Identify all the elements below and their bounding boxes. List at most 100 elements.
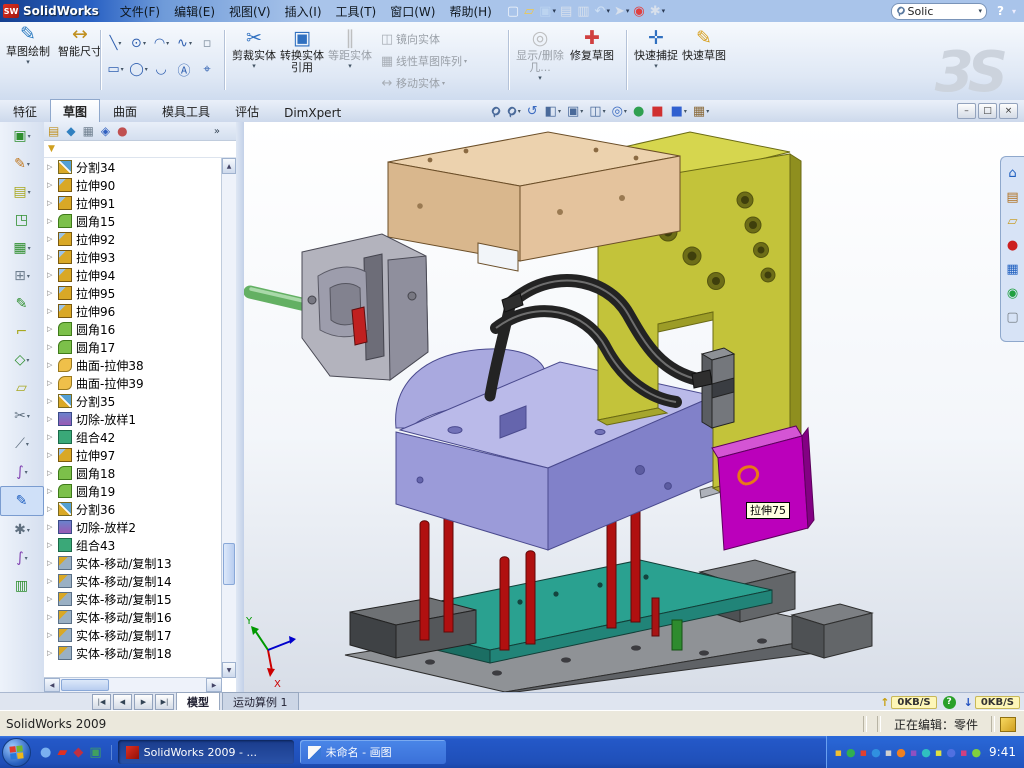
expand-arrow-icon[interactable]: ▷ xyxy=(47,253,58,261)
model-small-pin[interactable] xyxy=(652,598,659,636)
display-style-icon[interactable]: ◫▾ xyxy=(589,104,605,119)
appearance-red-icon[interactable]: ■ xyxy=(651,104,664,119)
construction-tool-icon[interactable]: ▫ xyxy=(196,30,219,56)
tray-icon[interactable]: ▪ xyxy=(835,746,842,759)
expand-arrow-icon[interactable]: ▷ xyxy=(47,343,58,351)
expand-arrow-icon[interactable]: ▷ xyxy=(47,271,58,279)
apply-scene-icon[interactable]: ▦▾ xyxy=(693,104,709,119)
feature-tree-item[interactable]: ▷拉伸92 xyxy=(44,230,222,248)
study-tab[interactable]: 运动算例 1 xyxy=(222,692,299,712)
commandmanager-tab[interactable]: 评估 xyxy=(223,100,271,122)
left-toolbar-icon[interactable]: ✎ xyxy=(0,290,44,318)
trim-entities-button[interactable]: ✂剪裁实体▾ xyxy=(230,26,278,92)
left-toolbar-icon[interactable]: ⊞▾ xyxy=(0,262,44,290)
tree-filter-row[interactable]: ▼ xyxy=(44,141,236,158)
linear-sketch-pattern-button[interactable]: ▦线性草图阵列▾ xyxy=(378,50,488,72)
mirror-entities-button[interactable]: ◫镜向实体 xyxy=(378,28,488,50)
spline-tool-icon[interactable]: ∿▾ xyxy=(173,30,196,56)
left-toolbar-icon[interactable]: ✎▾ xyxy=(0,150,44,178)
custom-properties-icon[interactable]: ▢ xyxy=(1006,305,1018,329)
expand-arrow-icon[interactable]: ▷ xyxy=(47,541,58,549)
commandmanager-tab[interactable]: 曲面 xyxy=(101,100,149,122)
left-toolbar-icon[interactable]: ⌐ xyxy=(0,318,44,346)
feature-tree-item[interactable]: ▷拉伸90 xyxy=(44,176,222,194)
study-nav-button[interactable]: ▶ xyxy=(134,694,153,710)
search-input[interactable]: Q Solic ▾ xyxy=(891,3,987,20)
feature-tree-item[interactable]: ▷实体-移动/复制18 xyxy=(44,644,222,662)
feature-tree-item[interactable]: ▷切除-放样2 xyxy=(44,518,222,536)
scroll-down-icon[interactable]: ▼ xyxy=(222,662,236,678)
feature-tree-item[interactable]: ▷组合43 xyxy=(44,536,222,554)
tray-icon[interactable]: ▪ xyxy=(885,746,892,759)
tray-icon[interactable]: ▪ xyxy=(910,746,917,759)
expand-arrow-icon[interactable]: ▷ xyxy=(47,487,58,495)
appearances-icon[interactable]: ▦ xyxy=(1006,257,1018,281)
feature-tree-item[interactable]: ▷圆角17 xyxy=(44,338,222,356)
arc-tool-icon[interactable]: ◠▾ xyxy=(150,30,173,56)
file-explorer-icon[interactable]: ▱ xyxy=(1008,209,1018,233)
expand-arrow-icon[interactable]: ▷ xyxy=(47,433,58,441)
tray-icon[interactable]: ● xyxy=(946,746,956,759)
close-button[interactable]: × xyxy=(999,103,1018,119)
feature-tree-item[interactable]: ▷圆角19 xyxy=(44,482,222,500)
feature-tree-item[interactable]: ▷圆角18 xyxy=(44,464,222,482)
sketch-fillet-tool-icon[interactable]: ◡ xyxy=(150,56,173,82)
ellipse-tool-icon[interactable]: ◯▾ xyxy=(127,56,150,82)
media-icon[interactable]: ▣ xyxy=(89,745,101,760)
zoom-area-icon[interactable]: Q▾ xyxy=(507,105,520,118)
feature-tree-item[interactable]: ▷实体-移动/复制17 xyxy=(44,626,222,644)
panel-overflow-chevrons[interactable]: » xyxy=(214,126,220,137)
feature-tree-item[interactable]: ▷分割36 xyxy=(44,500,222,518)
feature-tree-item[interactable]: ▷实体-移动/复制15 xyxy=(44,590,222,608)
restore-button[interactable]: □ xyxy=(978,103,997,119)
left-toolbar-icon[interactable]: ▦▾ xyxy=(0,234,44,262)
study-nav-button[interactable]: ◀ xyxy=(113,694,132,710)
featuremanager-tab-icon[interactable]: ▤ xyxy=(48,124,59,138)
view-orientation-icon[interactable]: ▣▾ xyxy=(567,104,583,119)
rectangle-tool-icon[interactable]: ▭▾ xyxy=(104,56,127,82)
menu-item[interactable]: 工具(T) xyxy=(329,1,384,22)
open-folder-icon[interactable]: ▱ xyxy=(524,4,535,19)
taskbar-task-button[interactable]: SolidWorks 2009 - ... xyxy=(118,740,294,764)
feature-tree-item[interactable]: ▷分割34 xyxy=(44,158,222,176)
model-green-pillar[interactable] xyxy=(672,620,682,650)
design-library-icon[interactable]: ▤ xyxy=(1006,185,1018,209)
commandmanager-tab[interactable]: 模具工具 xyxy=(150,100,222,122)
expand-arrow-icon[interactable]: ▷ xyxy=(47,235,58,243)
menu-item[interactable]: 视图(V) xyxy=(222,1,278,22)
expand-arrow-icon[interactable]: ▷ xyxy=(47,217,58,225)
expand-arrow-icon[interactable]: ▷ xyxy=(47,397,58,405)
left-toolbar-icon[interactable]: ▱ xyxy=(0,374,44,402)
tray-icon[interactable]: ● xyxy=(871,746,881,759)
expand-arrow-icon[interactable]: ▷ xyxy=(47,469,58,477)
model-cooling-connector[interactable] xyxy=(702,348,734,428)
edit-appearance-icon[interactable]: ● xyxy=(633,104,645,119)
sketch-button[interactable]: ✎草图绘制▾ xyxy=(4,22,52,88)
left-toolbar-icon[interactable]: ✱▾ xyxy=(0,516,44,544)
expand-arrow-icon[interactable]: ▷ xyxy=(47,199,58,207)
expand-arrow-icon[interactable]: ▷ xyxy=(47,577,58,585)
menu-item[interactable]: 帮助(H) xyxy=(442,1,498,22)
appearance-blue-icon[interactable]: ■▾ xyxy=(671,104,687,119)
tray-icon[interactable]: ● xyxy=(921,746,931,759)
expand-arrow-icon[interactable]: ▷ xyxy=(47,289,58,297)
move-entities-button[interactable]: ↔移动实体▾ xyxy=(378,72,488,94)
minimize-button[interactable]: – xyxy=(957,103,976,119)
tree-horizontal-scrollbar[interactable]: ◀ ▶ xyxy=(44,677,222,692)
show-desktop-icon[interactable]: ● xyxy=(40,745,51,760)
tree-vertical-scrollbar[interactable]: ▲ ▼ xyxy=(221,158,236,678)
titlebar-overflow-caret-icon[interactable]: ▾ xyxy=(1012,7,1016,16)
feature-tree-item[interactable]: ▷实体-移动/复制14 xyxy=(44,572,222,590)
left-toolbar-icon[interactable]: ◳ xyxy=(0,206,44,234)
feature-tree-item[interactable]: ▷拉伸95 xyxy=(44,284,222,302)
commandmanager-tab[interactable]: DimXpert xyxy=(272,103,353,122)
previous-view-icon[interactable]: ↺ xyxy=(527,104,539,119)
hide-show-items-icon[interactable]: ◎▾ xyxy=(612,104,627,119)
tray-icon[interactable]: ● xyxy=(846,746,856,759)
feature-tree-item[interactable]: ▷曲面-拉伸38 xyxy=(44,356,222,374)
left-toolbar-icon[interactable]: ✎ xyxy=(0,486,44,516)
scroll-right-icon[interactable]: ▶ xyxy=(206,678,222,692)
text-tool-icon[interactable]: Ⓐ xyxy=(173,56,196,82)
line-tool-icon[interactable]: ╲▾ xyxy=(104,30,127,56)
resources-home-icon[interactable]: ⌂ xyxy=(1008,161,1016,185)
